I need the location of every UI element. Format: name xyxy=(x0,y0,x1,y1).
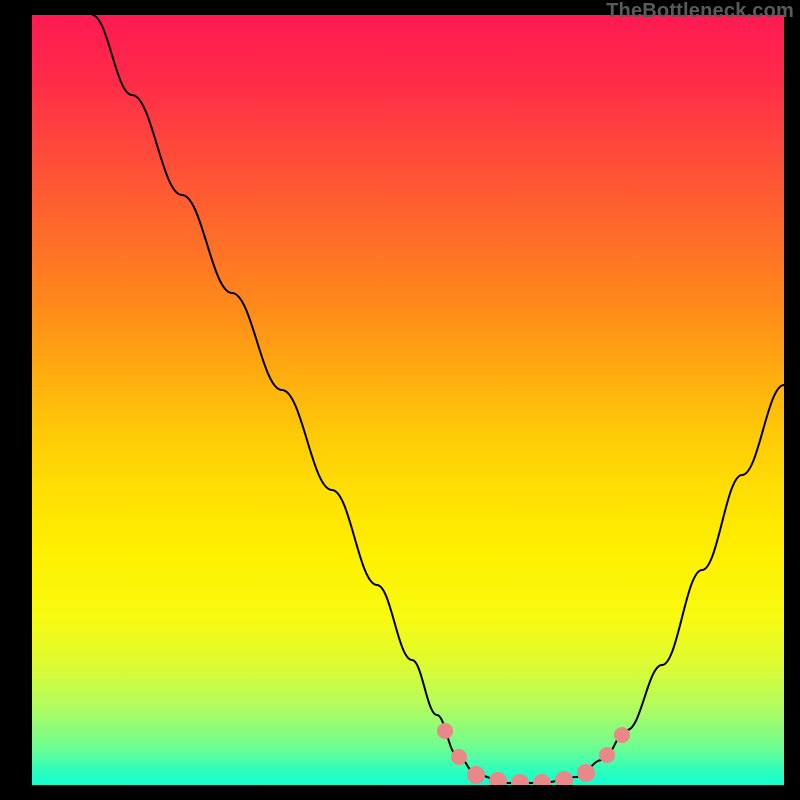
curve-markers xyxy=(437,723,630,785)
curve-marker xyxy=(437,723,453,739)
curve-marker xyxy=(533,774,551,785)
chart-svg xyxy=(32,15,784,785)
chart-plot-area xyxy=(32,15,784,785)
bottleneck-curve xyxy=(92,15,784,783)
curve-marker xyxy=(489,772,507,785)
curve-marker xyxy=(451,749,467,765)
curve-marker xyxy=(467,766,485,784)
curve-marker xyxy=(511,774,529,785)
curve-marker xyxy=(577,764,595,782)
curve-marker xyxy=(599,747,615,763)
curve-marker xyxy=(614,727,630,743)
curve-marker xyxy=(555,771,573,785)
watermark-text: TheBottleneck.com xyxy=(606,0,794,23)
chart-frame: TheBottleneck.com xyxy=(0,0,800,800)
